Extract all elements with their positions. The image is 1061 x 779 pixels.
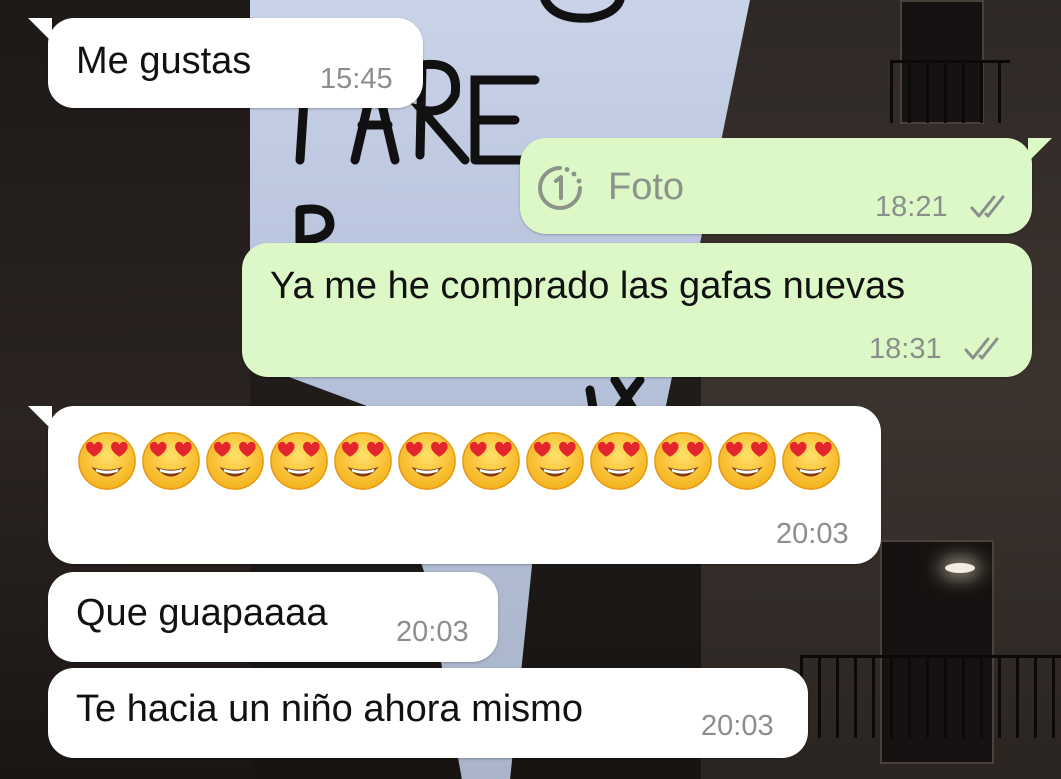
photo-label: Foto [608,166,685,208]
chat-wallpaper [0,0,1061,779]
message-bubble-incoming[interactable]: Que guapaaaa 20:03 [48,572,498,662]
heart-eyes-emoji [462,432,520,490]
heart-eyes-emoji [718,432,776,490]
message-timestamp: 15:45 [320,63,393,95]
heart-eyes-emoji [590,432,648,490]
view-once-1-icon[interactable] [536,164,584,212]
message-bubble-incoming[interactable]: Te hacia un niño ahora mismo 20:03 [48,668,808,758]
heart-eyes-emoji [334,432,392,490]
message-timestamp: 18:21 [875,191,948,223]
heart-eyes-emoji [78,432,136,490]
heart-eyes-emoji [206,432,264,490]
read-receipt-double-check-icon [970,195,1005,218]
message-bubble-incoming[interactable]: Me gustas 15:45 [28,18,423,108]
heart-eyes-emoji [398,432,456,490]
message-bubble-outgoing-photo[interactable]: Foto 18:21 [520,138,1052,234]
wallpaper-building-left [0,0,250,779]
message-bubble-outgoing[interactable]: Ya me he comprado las gafas nuevas 18:31 [242,243,1032,377]
wallpaper-balcony [890,60,1010,123]
message-text: Ya me he comprado las gafas nuevas [270,265,906,307]
heart-eyes-emoji [782,432,840,490]
emoji-row [76,430,842,492]
heart-eyes-emoji [526,432,584,490]
message-timestamp: 20:03 [396,616,469,648]
message-timestamp: 20:03 [701,710,774,742]
heart-eyes-emoji [142,432,200,490]
message-text: Me gustas [76,40,252,82]
message-text: Que guapaaaa [76,592,328,634]
message-text: Te hacia un niño ahora mismo [76,688,583,730]
message-bubble-incoming-emoji[interactable]: 20:03 [28,406,881,564]
message-timestamp: 18:31 [869,333,942,365]
message-timestamp: 20:03 [776,518,849,550]
heart-eyes-emoji [654,432,712,490]
read-receipt-double-check-icon [964,337,999,360]
wallpaper-street-lamp [945,563,975,573]
heart-eyes-emoji [270,432,328,490]
wallpaper-balcony [800,655,1061,738]
